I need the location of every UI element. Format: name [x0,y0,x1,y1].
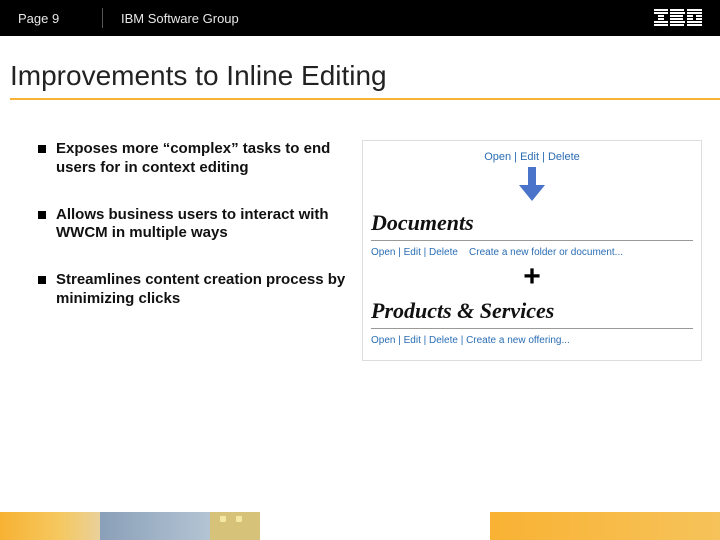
title-underline [10,98,720,100]
bullet-list: Exposes more “complex” tasks to end user… [38,140,348,337]
bullet-item: Exposes more “complex” tasks to end user… [38,140,348,178]
page-number: Page 9 [18,11,102,26]
illustration-actions-text: Open | Edit | Delete [371,247,458,258]
bullet-text: Exposes more “complex” tasks to end user… [56,140,348,178]
illustration-section-heading: Documents [371,210,693,236]
footer-segment [260,512,490,540]
illustration-section-heading: Products & Services [371,298,693,324]
plus-icon: + [371,262,693,292]
illustration-divider [371,240,693,241]
bullet-text: Streamlines content creation process by … [56,271,348,309]
illustration-actions-row: Open | Edit | Delete | Create a new offe… [371,335,693,346]
bullet-item: Allows business users to interact with W… [38,206,348,244]
header-group-label: IBM Software Group [121,11,654,26]
bullet-marker [38,276,46,284]
illustration-divider [371,328,693,329]
slide: Page 9 IBM Software Group Im [0,0,720,540]
bullet-marker [38,211,46,219]
slide-title: Improvements to Inline Editing [10,60,720,92]
bullet-item: Streamlines content creation process by … [38,271,348,309]
ibm-logo [654,9,702,27]
header-divider [102,8,103,28]
bullet-text: Allows business users to interact with W… [56,206,348,244]
illustration-panel: Open | Edit | Delete Documents Open | Ed… [362,140,702,361]
footer-strip [0,512,720,540]
title-area: Improvements to Inline Editing [0,36,720,100]
footer-segment [0,512,100,540]
arrow-down-icon [371,167,693,204]
illustration-top-actions: Open | Edit | Delete [371,151,693,163]
body-row: Exposes more “complex” tasks to end user… [0,140,720,361]
bullet-marker [38,145,46,153]
slide-header: Page 9 IBM Software Group [0,0,720,36]
illustration-actions-row: Open | Edit | Delete Create a new folder… [371,247,693,258]
footer-segment [210,512,260,540]
footer-segment [490,512,720,540]
illustration-create-text: Create a new folder or document... [469,247,623,258]
footer-segment [100,512,210,540]
